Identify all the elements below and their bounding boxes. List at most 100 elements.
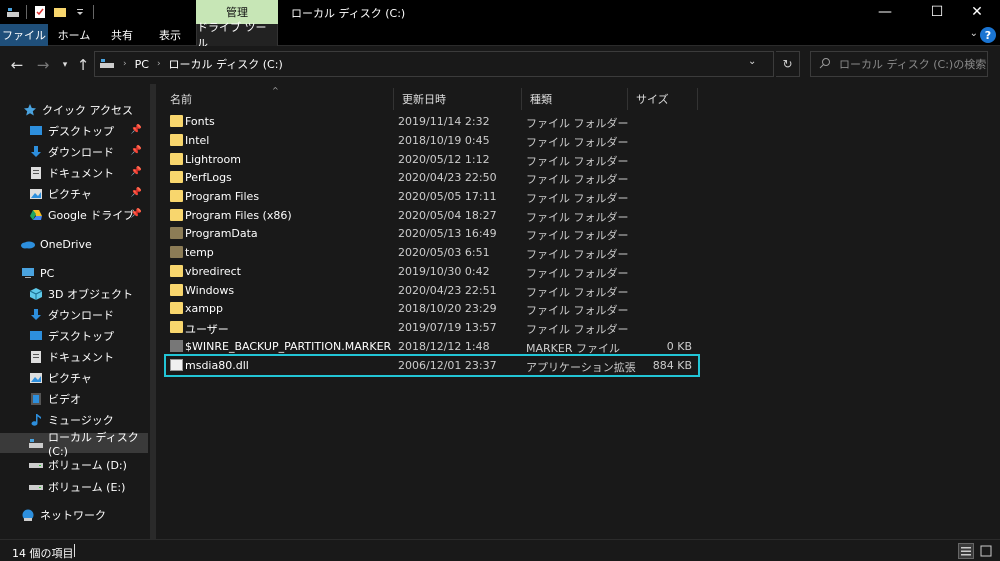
table-row[interactable]: Windows 2020/04/23 22:51 ファイル フォルダー	[164, 281, 700, 300]
folder-icon	[170, 321, 183, 333]
customize-toolbar-icon[interactable]	[73, 5, 87, 19]
forward-arrow-icon[interactable]: →	[34, 56, 52, 74]
file-name: vbredirect	[185, 265, 241, 278]
table-row[interactable]: Lightroom 2020/05/12 1:12 ファイル フォルダー	[164, 150, 700, 169]
recent-locations-icon[interactable]: ▾	[56, 60, 74, 70]
table-row[interactable]: Program Files 2020/05/05 17:11 ファイル フォルダ…	[164, 187, 700, 206]
sidebar-item-label: 3D オブジェクト	[48, 288, 133, 301]
sidebar-item-label: クイック アクセス	[42, 104, 133, 117]
pin-icon[interactable]: 📌	[131, 167, 142, 177]
file-type: ファイル フォルダー	[526, 286, 629, 299]
sidebar-item-label: ピクチャ	[48, 188, 92, 201]
table-row[interactable]: PerfLogs 2020/04/23 22:50 ファイル フォルダー	[164, 168, 700, 187]
chevron-right-icon[interactable]: ›	[157, 59, 161, 69]
refresh-icon: ↻	[782, 57, 793, 71]
back-arrow-icon[interactable]: ←	[8, 56, 26, 74]
sidebar-item-google-drive[interactable]: Google ドライブ 📌	[0, 205, 148, 225]
file-date: 2019/11/14 2:32	[398, 115, 490, 128]
table-row[interactable]: Program Files (x86) 2020/05/04 18:27 ファイ…	[164, 206, 700, 225]
address-bar[interactable]: › PC › ローカル ディスク (C:)	[94, 51, 774, 77]
tab-share[interactable]: 共有	[102, 24, 142, 46]
table-row[interactable]: ProgramData 2020/05/13 16:49 ファイル フォルダー	[164, 224, 700, 243]
folder-icon	[170, 227, 183, 239]
sidebar-item-documents[interactable]: ドキュメント 📌	[0, 163, 148, 183]
sidebar-item-label: Google ドライブ	[48, 209, 135, 222]
table-row[interactable]: xampp 2018/10/20 23:29 ファイル フォルダー	[164, 299, 700, 318]
dll-file-icon	[170, 359, 183, 371]
sidebar-item-3d-objects[interactable]: 3D オブジェクト	[0, 284, 148, 304]
pin-icon[interactable]: 📌	[131, 125, 142, 135]
properties-icon[interactable]	[33, 5, 47, 19]
sidebar-item-local-disk[interactable]: ローカル ディスク (C:)	[0, 431, 148, 458]
folder-icon	[170, 171, 183, 183]
sidebar-item-pictures-pc[interactable]: ピクチャ	[0, 368, 148, 388]
sidebar-item-label: ダウンロード	[48, 146, 114, 159]
pin-icon[interactable]: 📌	[131, 188, 142, 198]
table-row[interactable]: temp 2020/05/03 6:51 ファイル フォルダー	[164, 243, 700, 262]
sidebar-item-music[interactable]: ミュージック	[0, 410, 148, 430]
address-dropdown-icon[interactable]: ⌄	[748, 56, 756, 67]
breadcrumb-pc[interactable]: PC	[135, 58, 149, 71]
sidebar-item-desktop-pc[interactable]: デスクトップ	[0, 326, 148, 346]
file-name: Windows	[185, 284, 235, 297]
column-header-date[interactable]: 更新日時	[394, 88, 522, 110]
breadcrumb-local-disk[interactable]: ローカル ディスク (C:)	[169, 56, 283, 72]
file-date: 2019/07/19 13:57	[398, 321, 497, 334]
download-icon	[28, 145, 44, 159]
sidebar-item-videos[interactable]: ビデオ	[0, 389, 148, 409]
sidebar-item-volume-e[interactable]: ボリューム (E:)	[0, 477, 148, 497]
sidebar-item-label: ドキュメント	[48, 167, 114, 180]
network-icon	[20, 508, 36, 522]
file-date: 2020/04/23 22:50	[398, 171, 497, 184]
table-row[interactable]: vbredirect 2019/10/30 0:42 ファイル フォルダー	[164, 262, 700, 281]
column-header-type[interactable]: 種類	[522, 88, 628, 110]
column-header-size[interactable]: サイズ	[628, 88, 698, 110]
sidebar-item-label: ボリューム (D:)	[48, 459, 127, 472]
sidebar-item-onedrive[interactable]: OneDrive	[0, 234, 148, 254]
table-row[interactable]: Fonts 2019/11/14 2:32 ファイル フォルダー	[164, 112, 700, 131]
file-date: 2019/10/30 0:42	[398, 265, 490, 278]
sidebar-item-label: ボリューム (E:)	[48, 481, 126, 494]
google-drive-icon	[28, 208, 44, 222]
help-icon[interactable]: ?	[980, 27, 996, 43]
sidebar-item-label: ピクチャ	[48, 372, 92, 385]
refresh-button[interactable]: ↻	[776, 51, 800, 77]
new-folder-icon[interactable]	[53, 5, 67, 19]
chevron-right-icon[interactable]: ›	[123, 59, 127, 69]
file-name: Lightroom	[185, 153, 241, 166]
sidebar-item-volume-d[interactable]: ボリューム (D:)	[0, 455, 148, 475]
sidebar-item-downloads-pc[interactable]: ダウンロード	[0, 305, 148, 325]
sidebar-item-desktop[interactable]: デスクトップ 📌	[0, 121, 148, 141]
file-name: Fonts	[185, 115, 215, 128]
large-icons-view-icon[interactable]	[978, 543, 994, 559]
tab-drive-tools[interactable]: ドライブ ツール	[196, 21, 278, 50]
pin-icon[interactable]: 📌	[131, 146, 142, 156]
file-name: temp	[185, 246, 214, 259]
chevron-down-icon[interactable]: ⌄	[970, 28, 978, 39]
file-name: Intel	[185, 134, 210, 147]
drive-icon	[28, 458, 44, 472]
table-row-selected[interactable]: msdia80.dll 2006/12/01 23:37 アプリケーション拡張 …	[164, 354, 700, 377]
close-button[interactable]: ✕	[954, 0, 1000, 24]
search-input[interactable]: ローカル ディスク (C:)の検索	[810, 51, 988, 77]
tab-file[interactable]: ファイル	[0, 24, 48, 46]
drive-icon[interactable]	[6, 5, 20, 19]
pin-icon[interactable]: 📌	[131, 209, 142, 219]
sidebar-item-pictures[interactable]: ピクチャ 📌	[0, 184, 148, 204]
sidebar-item-downloads[interactable]: ダウンロード 📌	[0, 142, 148, 162]
details-view-icon[interactable]	[958, 543, 974, 559]
tab-view[interactable]: 表示	[148, 24, 192, 46]
sidebar-item-documents-pc[interactable]: ドキュメント	[0, 347, 148, 367]
minimize-button[interactable]: —	[862, 0, 908, 24]
table-row[interactable]: ユーザー 2019/07/19 13:57 ファイル フォルダー	[164, 318, 700, 337]
sidebar-item-network[interactable]: ネットワーク	[0, 505, 148, 525]
download-icon	[28, 308, 44, 322]
star-icon	[22, 103, 38, 117]
sidebar-item-quick-access[interactable]: クイック アクセス	[0, 100, 148, 120]
folder-icon	[170, 302, 183, 314]
up-arrow-icon[interactable]: ↑	[74, 56, 92, 74]
tab-home[interactable]: ホーム	[52, 24, 96, 46]
table-row[interactable]: Intel 2018/10/19 0:45 ファイル フォルダー	[164, 131, 700, 150]
sidebar-item-pc[interactable]: PC	[0, 263, 148, 283]
search-icon	[819, 57, 831, 72]
